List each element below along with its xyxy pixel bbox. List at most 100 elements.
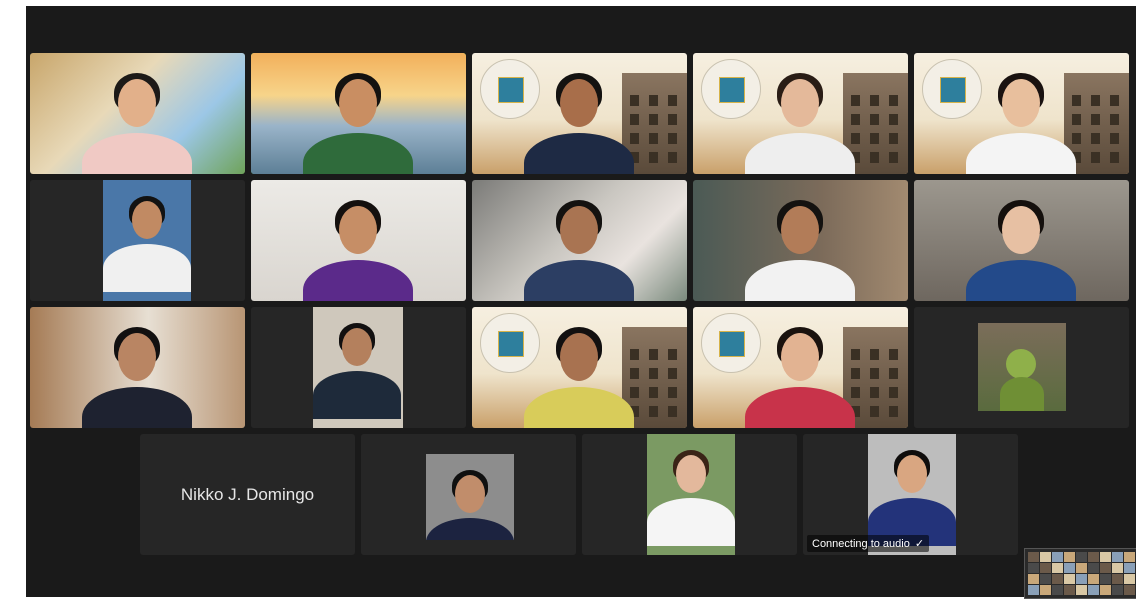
- participant-tile[interactable]: [693, 307, 908, 428]
- thumbnail-participant: [1088, 552, 1099, 562]
- thumbnail-participant: [1076, 563, 1087, 573]
- building-window: [870, 406, 879, 417]
- thumbnail-participant: [1028, 552, 1039, 562]
- profile-photo: [103, 180, 191, 301]
- thumbnail-participant: [1076, 552, 1087, 562]
- ust-crest-icon: [940, 77, 966, 103]
- participant-video: [472, 180, 687, 301]
- participant-torso: [82, 387, 192, 428]
- participant-tile[interactable]: [914, 307, 1129, 428]
- participant-video: [914, 180, 1129, 301]
- building-window: [649, 95, 658, 106]
- participant-face: [1002, 206, 1040, 254]
- thumbnail-participant: [1112, 563, 1123, 573]
- participant-torso: [303, 260, 413, 301]
- participant-tile[interactable]: [693, 53, 908, 174]
- building-window: [668, 406, 677, 417]
- participant-torso: [303, 133, 413, 174]
- participant-face: [675, 454, 707, 494]
- thumbnail-participant: [1064, 585, 1075, 595]
- gallery-thumbnail[interactable]: [1024, 548, 1136, 599]
- participant-tile[interactable]: [30, 307, 245, 428]
- building-window: [851, 368, 860, 379]
- participant-torso: [103, 244, 191, 292]
- participant-tile[interactable]: [251, 307, 466, 428]
- building-window: [870, 114, 879, 125]
- thumbnail-participant: [1100, 585, 1111, 595]
- thumbnail-participant: [1028, 585, 1039, 595]
- building-window: [649, 114, 658, 125]
- participant-face: [1002, 79, 1040, 127]
- participant-tile[interactable]: [472, 53, 687, 174]
- participant-tile[interactable]: Connecting to audio ✓: [803, 434, 1018, 555]
- participant-face: [339, 79, 377, 127]
- participant-torso: [524, 260, 634, 301]
- participant-video: [914, 307, 1129, 428]
- thumbnail-participant: [1052, 585, 1063, 595]
- participant-video: [582, 434, 797, 555]
- participant-tile[interactable]: [472, 180, 687, 301]
- thumbnail-participant: [1100, 563, 1111, 573]
- building-window: [889, 152, 898, 163]
- building-window: [870, 387, 879, 398]
- participant-video: [693, 307, 908, 428]
- participant-tile[interactable]: [693, 180, 908, 301]
- participant-tile[interactable]: Nikko J. Domingo: [140, 434, 355, 555]
- participant-video: [361, 434, 576, 555]
- participant-video: [914, 53, 1129, 174]
- participant-video: [251, 307, 466, 428]
- participant-video: [30, 180, 245, 301]
- building-window: [1110, 114, 1119, 125]
- ust-seal-icon: [701, 59, 761, 119]
- participant-tile[interactable]: [30, 53, 245, 174]
- connecting-audio-text: Connecting to audio: [812, 538, 910, 550]
- participant-face: [781, 333, 819, 381]
- ust-crest-icon: [498, 77, 524, 103]
- building-window: [889, 406, 898, 417]
- thumbnail-participant: [1040, 552, 1051, 562]
- building-window: [668, 95, 677, 106]
- building-window: [889, 349, 898, 360]
- building-window: [851, 349, 860, 360]
- ust-seal-icon: [480, 313, 540, 373]
- participant-face: [341, 327, 373, 367]
- participant-tile[interactable]: [361, 434, 576, 555]
- building-window: [630, 368, 639, 379]
- check-icon: ✓: [914, 538, 925, 550]
- thumbnail-participant: [1088, 574, 1099, 584]
- thumbnail-participant: [1100, 574, 1111, 584]
- participant-video: [30, 53, 245, 174]
- building-window: [1110, 152, 1119, 163]
- participant-torso: [647, 498, 735, 546]
- participant-tile[interactable]: [30, 180, 245, 301]
- building-window: [630, 114, 639, 125]
- thumbnail-participant: [1124, 585, 1135, 595]
- thumbnail-participant: [1112, 585, 1123, 595]
- ust-seal-icon: [480, 59, 540, 119]
- building-window: [649, 133, 658, 144]
- participant-face: [781, 79, 819, 127]
- building-window: [630, 133, 639, 144]
- building-window: [870, 152, 879, 163]
- ust-seal-icon: [701, 313, 761, 373]
- thumbnail-participant: [1052, 574, 1063, 584]
- participant-tile[interactable]: [251, 180, 466, 301]
- participant-tile[interactable]: [472, 307, 687, 428]
- thumbnail-participant: [1112, 574, 1123, 584]
- building-window: [630, 95, 639, 106]
- participant-face: [118, 79, 156, 127]
- building-window: [668, 114, 677, 125]
- thumbnail-participant: [1052, 552, 1063, 562]
- participant-video: [30, 307, 245, 428]
- ust-crest-icon: [719, 77, 745, 103]
- thumbnail-participant: [1076, 585, 1087, 595]
- building-window: [870, 349, 879, 360]
- participant-video: [251, 53, 466, 174]
- building-window: [668, 368, 677, 379]
- thumbnail-participant: [1028, 563, 1039, 573]
- thumbnail-participant: [1100, 552, 1111, 562]
- participant-tile[interactable]: [914, 180, 1129, 301]
- participant-tile[interactable]: [251, 53, 466, 174]
- participant-tile[interactable]: [914, 53, 1129, 174]
- participant-tile[interactable]: [582, 434, 797, 555]
